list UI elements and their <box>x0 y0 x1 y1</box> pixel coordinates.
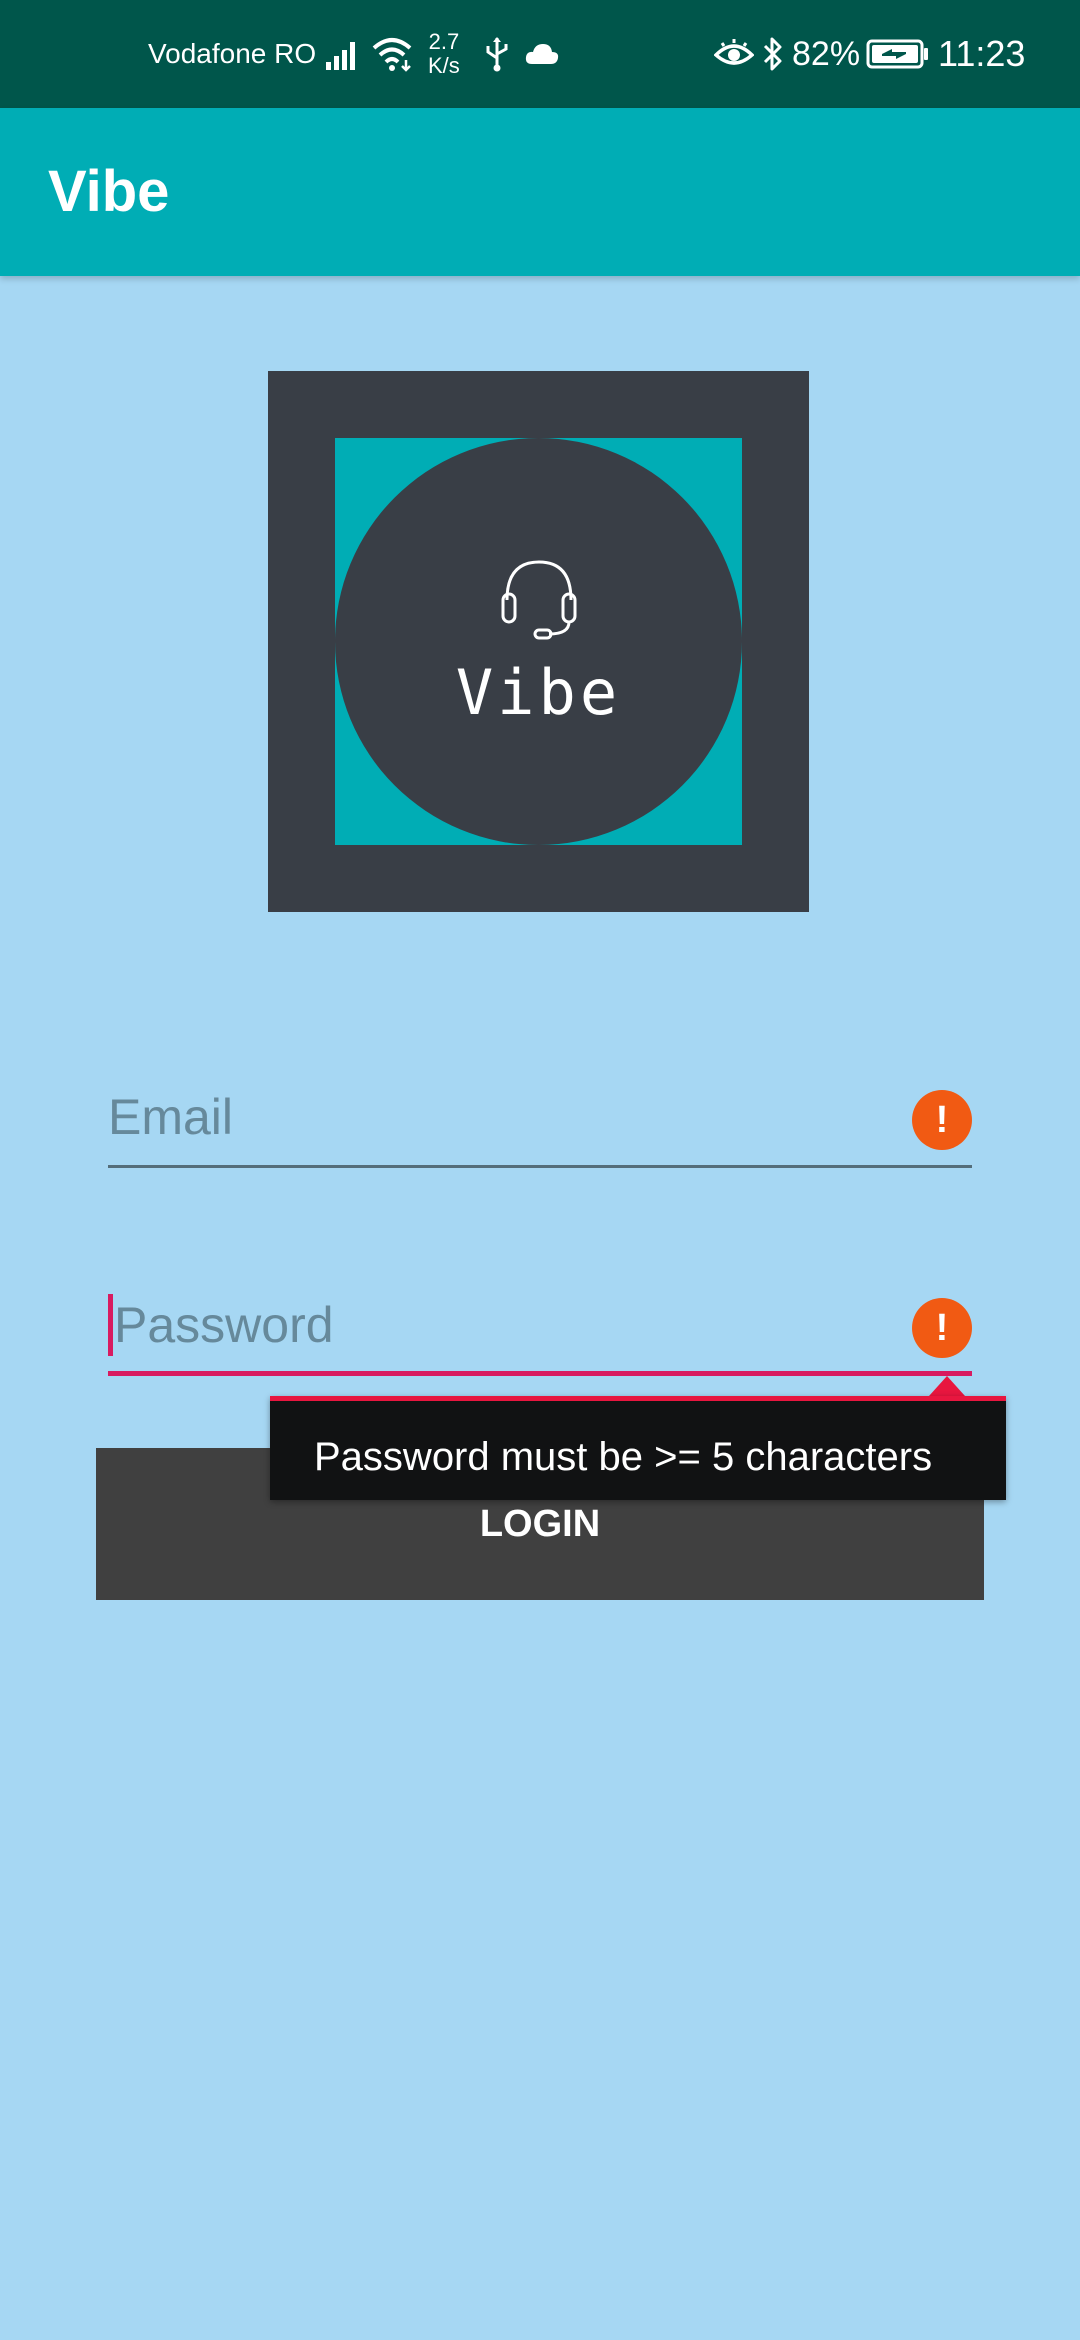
password-error-icon[interactable]: ! <box>912 1298 972 1358</box>
password-field[interactable]: Password ! <box>108 1280 972 1376</box>
cloud-icon <box>524 0 560 108</box>
email-field[interactable]: Email ! <box>108 1072 972 1168</box>
eye-icon <box>714 0 754 108</box>
network-speed: 2.7 K/s <box>428 0 460 108</box>
signal-icon <box>326 0 360 108</box>
email-underline <box>108 1165 972 1168</box>
headset-icon <box>501 560 577 640</box>
password-placeholder: Password <box>114 1297 334 1353</box>
email-placeholder: Email <box>108 1089 234 1145</box>
app-logo: Vibe <box>268 371 809 912</box>
error-popup-arrow <box>929 1376 965 1396</box>
logo-text: Vibe <box>455 656 622 729</box>
logo-circle: Vibe <box>335 438 742 845</box>
text-cursor <box>108 1294 113 1356</box>
bluetooth-icon <box>762 0 784 108</box>
clock: 11:23 <box>938 33 1026 74</box>
password-underline <box>108 1371 972 1376</box>
network-speed-value: 2.7 <box>428 29 460 54</box>
carrier-name: Vodafone RO <box>148 38 317 69</box>
wifi-icon <box>372 0 416 108</box>
usb-icon <box>484 0 510 108</box>
app-title: Vibe <box>48 159 170 224</box>
battery-percent: 82% <box>792 34 861 73</box>
app-bar: Vibe <box>0 108 1080 276</box>
battery-icon <box>866 0 930 108</box>
email-error-icon[interactable]: ! <box>912 1090 972 1150</box>
logo-inner-square: Vibe <box>335 438 742 845</box>
status-bar: Vodafone RO 2.7 K/s 82% 11:23 <box>0 0 1080 108</box>
password-error-popup: Password must be >= 5 characters <box>270 1396 1006 1500</box>
network-speed-unit: K/s <box>428 53 460 78</box>
